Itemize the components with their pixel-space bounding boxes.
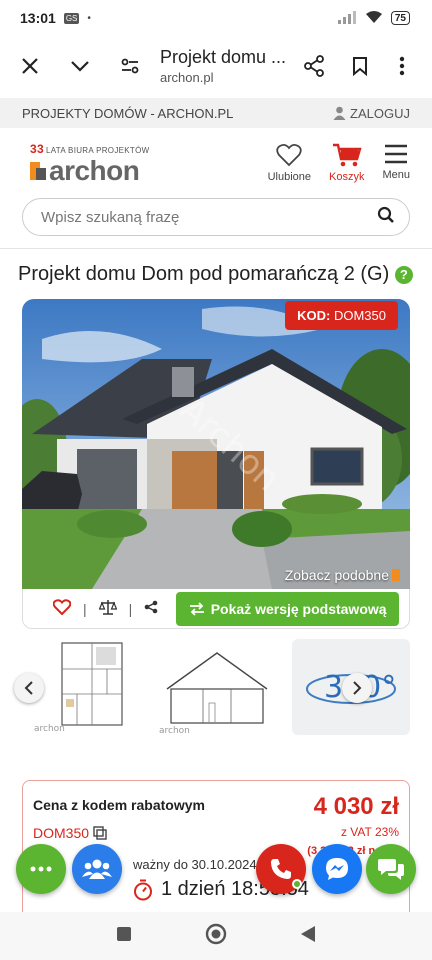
bookmark-icon[interactable] bbox=[342, 48, 378, 84]
login-link[interactable]: ZALOGUJ bbox=[333, 106, 410, 121]
wifi-icon bbox=[365, 10, 383, 27]
logo-years: 33 bbox=[30, 141, 44, 156]
heart-icon[interactable] bbox=[52, 599, 72, 618]
page-url: archon.pl bbox=[160, 70, 214, 85]
cart-button[interactable]: Koszyk bbox=[329, 143, 364, 183]
contact-people-button[interactable] bbox=[72, 844, 122, 894]
phone-icon bbox=[271, 859, 291, 879]
orange-square-icon bbox=[392, 569, 400, 581]
search-icon[interactable] bbox=[377, 206, 395, 229]
cart-icon bbox=[332, 143, 362, 167]
thumb-logo: archon bbox=[159, 726, 190, 735]
vat-info: z VAT 23% bbox=[340, 825, 399, 839]
swap-arrows-icon bbox=[189, 601, 204, 616]
see-similar-label: Zobacz podobne bbox=[284, 567, 389, 583]
site-header: 33 LATA BIURA PROJEKTÓW archon Ulubione … bbox=[0, 128, 432, 198]
heart-icon bbox=[276, 143, 302, 167]
site-settings-icon[interactable] bbox=[112, 48, 148, 84]
archon-logo[interactable]: 33 LATA BIURA PROJEKTÓW archon bbox=[30, 142, 149, 185]
code-badge: KOD: DOM350 bbox=[285, 301, 398, 330]
more-vert-icon[interactable] bbox=[384, 48, 420, 84]
show-basic-version-button[interactable]: Pokaż wersję podstawową bbox=[176, 591, 399, 626]
people-icon bbox=[82, 859, 112, 879]
menu-label: Menu bbox=[382, 169, 410, 181]
price-value: 4 030 zł bbox=[313, 793, 399, 820]
favorites-label: Ulubione bbox=[267, 171, 311, 183]
browser-toolbar: Projekt domu ... archon.pl bbox=[0, 36, 432, 96]
chevron-right-icon bbox=[353, 681, 362, 695]
search-input[interactable] bbox=[41, 208, 341, 226]
user-icon bbox=[333, 106, 346, 120]
search-bar bbox=[22, 198, 410, 236]
hamburger-icon bbox=[385, 144, 408, 164]
home-icon[interactable] bbox=[205, 923, 227, 950]
carousel-prev-button[interactable] bbox=[14, 673, 44, 703]
menu-button[interactable]: Menu bbox=[382, 143, 410, 183]
share-icon[interactable] bbox=[296, 48, 332, 84]
top-strip: PROJEKTY DOMÓW - ARCHON.PL ZALOGUJ bbox=[0, 98, 432, 128]
project-title: Projekt domu Dom pod pomarańczą 2 (G) ? bbox=[0, 249, 432, 287]
android-nav-bar bbox=[0, 912, 432, 960]
chevron-left-icon bbox=[24, 681, 33, 695]
battery-icon: 75 bbox=[390, 11, 410, 25]
separator: | bbox=[128, 600, 133, 617]
chevron-down-icon[interactable] bbox=[62, 48, 98, 84]
logo-mark-icon bbox=[30, 161, 46, 180]
gs-badge: GS bbox=[63, 12, 80, 24]
price-label: Cena z kodem rabatowym bbox=[33, 797, 205, 813]
status-bar: 13:01 GS • 75 bbox=[0, 0, 432, 36]
stopwatch-icon bbox=[134, 879, 152, 900]
back-icon[interactable] bbox=[300, 925, 316, 948]
compare-scale-icon[interactable] bbox=[98, 599, 118, 618]
status-time: 13:01 bbox=[20, 10, 56, 26]
logo-word: archon bbox=[49, 154, 140, 186]
share-icon[interactable] bbox=[144, 600, 158, 617]
favorites-button[interactable]: Ulubione bbox=[268, 143, 311, 183]
house-render: Archon bbox=[22, 299, 410, 589]
close-icon[interactable] bbox=[12, 48, 48, 84]
signal-icon bbox=[337, 10, 357, 27]
chat-button[interactable] bbox=[366, 844, 416, 894]
page-title: Projekt domu ... bbox=[160, 47, 287, 67]
show-basic-version-label: Pokaż wersję podstawową bbox=[210, 600, 387, 617]
status-dot: • bbox=[87, 12, 91, 24]
thumbnail-carousel: archon archon 360° bbox=[14, 639, 410, 739]
copy-icon bbox=[93, 826, 107, 840]
chat-bubbles-icon bbox=[378, 859, 404, 880]
help-icon[interactable]: ? bbox=[394, 266, 413, 284]
online-status-dot bbox=[292, 879, 302, 889]
more-options-button[interactable] bbox=[16, 844, 66, 894]
thumb-logo: archon bbox=[34, 724, 65, 734]
more-horiz-icon bbox=[30, 866, 52, 872]
logo-years-text: LATA BIURA PROJEKTÓW bbox=[45, 145, 150, 155]
login-label: ZALOGUJ bbox=[350, 105, 410, 121]
site-tagline[interactable]: PROJEKTY DOMÓW - ARCHON.PL bbox=[22, 106, 233, 121]
thumbnail-section[interactable]: archon bbox=[157, 639, 275, 736]
messenger-button[interactable] bbox=[312, 844, 362, 894]
action-bar: | | Pokaż wersję podstawową bbox=[22, 589, 410, 629]
carousel-next-button[interactable] bbox=[342, 673, 372, 703]
discount-code-value: DOM350 bbox=[33, 825, 90, 841]
see-similar-link[interactable]: Zobacz podobne bbox=[285, 567, 400, 583]
separator: | bbox=[83, 600, 87, 617]
code-label: KOD: bbox=[297, 308, 331, 323]
messenger-icon bbox=[326, 858, 348, 880]
page: 13:01 GS • 75 Projekt domu ... archon.pl bbox=[0, 0, 432, 960]
browser-title-area[interactable]: Projekt domu ... archon.pl bbox=[148, 47, 296, 85]
cart-label: Koszyk bbox=[329, 171, 365, 183]
code-value: DOM350 bbox=[333, 308, 386, 323]
recents-icon[interactable] bbox=[116, 926, 132, 947]
hero-image[interactable]: Archon KOD: DOM350 Zobacz podobne bbox=[22, 299, 410, 589]
discount-code[interactable]: DOM350 bbox=[33, 825, 107, 841]
project-title-text: Projekt domu Dom pod pomarańczą 2 (G) bbox=[18, 263, 390, 285]
